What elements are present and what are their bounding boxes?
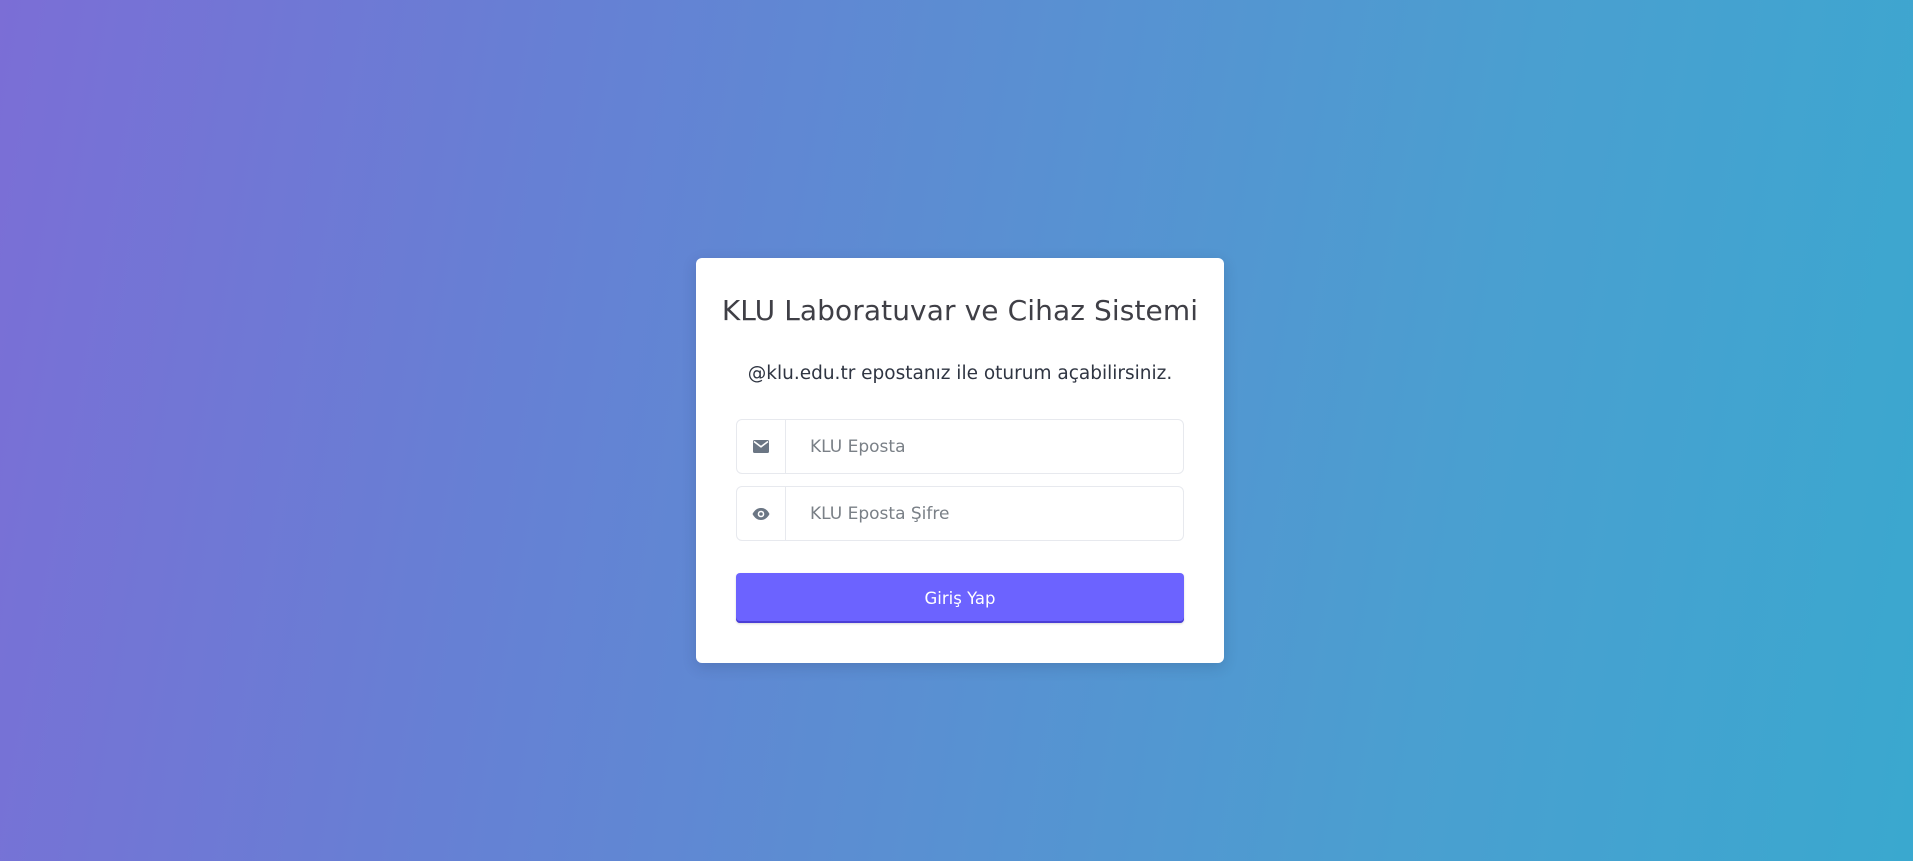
login-button[interactable]: Giriş Yap — [736, 573, 1184, 623]
email-input-group — [736, 419, 1184, 474]
mail-icon — [737, 420, 786, 473]
password-input-group — [736, 486, 1184, 541]
page-title: KLU Laboratuvar ve Cihaz Sistemi — [721, 294, 1199, 327]
password-field[interactable] — [786, 487, 1183, 540]
eye-icon — [737, 487, 786, 540]
email-field[interactable] — [786, 420, 1183, 473]
login-card: KLU Laboratuvar ve Cihaz Sistemi @klu.ed… — [696, 258, 1224, 663]
login-instructions: @klu.edu.tr epostanız ile oturum açabili… — [747, 363, 1173, 384]
